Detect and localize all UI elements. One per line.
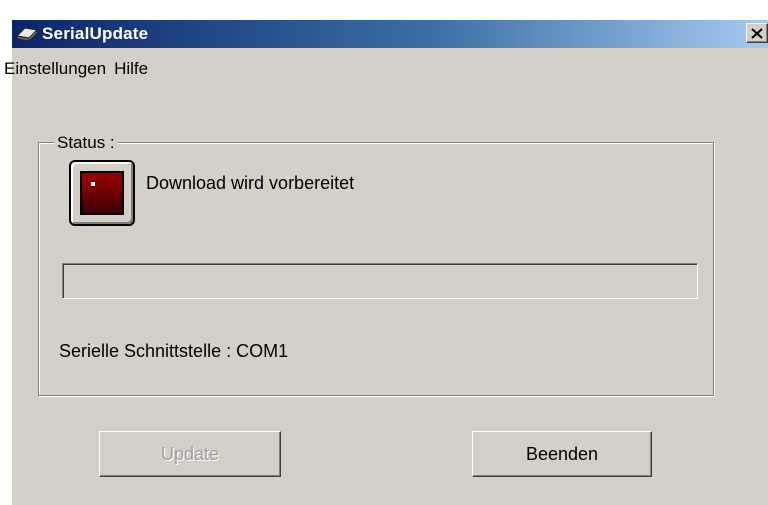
app-icon (15, 25, 39, 43)
exit-button[interactable]: Beenden (472, 431, 652, 477)
menu-bar: Einstellungen Hilfe (0, 56, 152, 82)
serial-port-text: Serielle Schnittstelle : COM1 (59, 341, 289, 361)
lamp-glint (91, 182, 95, 186)
status-text: Download wird vorbereitet (146, 173, 355, 193)
title-bar[interactable]: SerialUpdate (12, 20, 768, 48)
update-button[interactable]: Update (99, 431, 281, 477)
status-lamp (80, 171, 124, 215)
progress-bar (62, 263, 698, 299)
close-button[interactable] (746, 23, 768, 43)
window-title: SerialUpdate (42, 24, 149, 43)
status-group-label: Status : (54, 132, 118, 154)
menu-einstellungen[interactable]: Einstellungen (0, 56, 110, 82)
close-icon (751, 27, 763, 39)
app-window: SerialUpdate Einstellungen Hilfe Status … (4, 20, 768, 505)
menu-hilfe[interactable]: Hilfe (110, 56, 152, 82)
status-lamp-icon (69, 160, 135, 226)
